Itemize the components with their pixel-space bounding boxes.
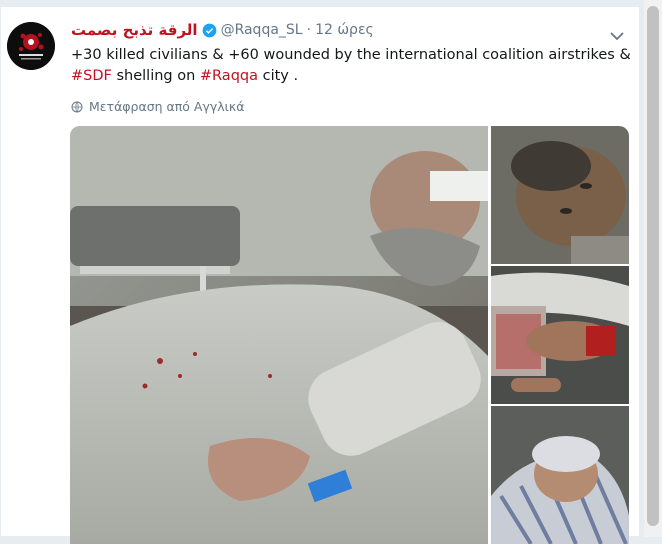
hashtag-raqqa[interactable]: #Raqqa xyxy=(200,68,258,84)
scrollbar[interactable] xyxy=(644,0,662,537)
tweet-text-part2: shelling on xyxy=(111,68,200,84)
avatar[interactable] xyxy=(7,22,55,70)
display-name[interactable]: الرقة تذبح بصمت xyxy=(71,21,198,39)
tweet-card[interactable]: الرقة تذبح بصمت @Raqqa_SL · 12 ώρες +30 … xyxy=(0,6,640,544)
tweet-text-part3: city . xyxy=(258,68,299,84)
globe-icon xyxy=(71,101,83,112)
translate-link[interactable]: Μετάφραση από Αγγλικά xyxy=(71,99,245,114)
tweet-media xyxy=(70,126,629,544)
scrollbar-thumb[interactable] xyxy=(647,6,659,526)
media-photo-3[interactable] xyxy=(491,266,629,404)
media-photo-4[interactable] xyxy=(491,406,629,544)
translate-label: Μετάφραση από Αγγλικά xyxy=(89,99,245,114)
user-handle[interactable]: @Raqqa_SL xyxy=(221,22,303,38)
hashtag-sdf[interactable]: #SDF xyxy=(71,68,112,84)
tweet-header: الرقة تذبح بصمت @Raqqa_SL · 12 ώρες xyxy=(71,21,374,39)
media-photo-2[interactable] xyxy=(491,126,629,264)
tweet-text-part1: +30 killed civilians & +60 wounded by th… xyxy=(71,47,631,63)
separator-dot: · xyxy=(306,22,312,38)
verified-badge-icon xyxy=(202,23,217,38)
timestamp[interactable]: 12 ώρες xyxy=(315,22,374,38)
chevron-down-icon[interactable] xyxy=(609,27,625,41)
tweet-text: +30 killed civilians & +60 wounded by th… xyxy=(71,45,631,87)
media-photo-main[interactable] xyxy=(70,126,488,544)
